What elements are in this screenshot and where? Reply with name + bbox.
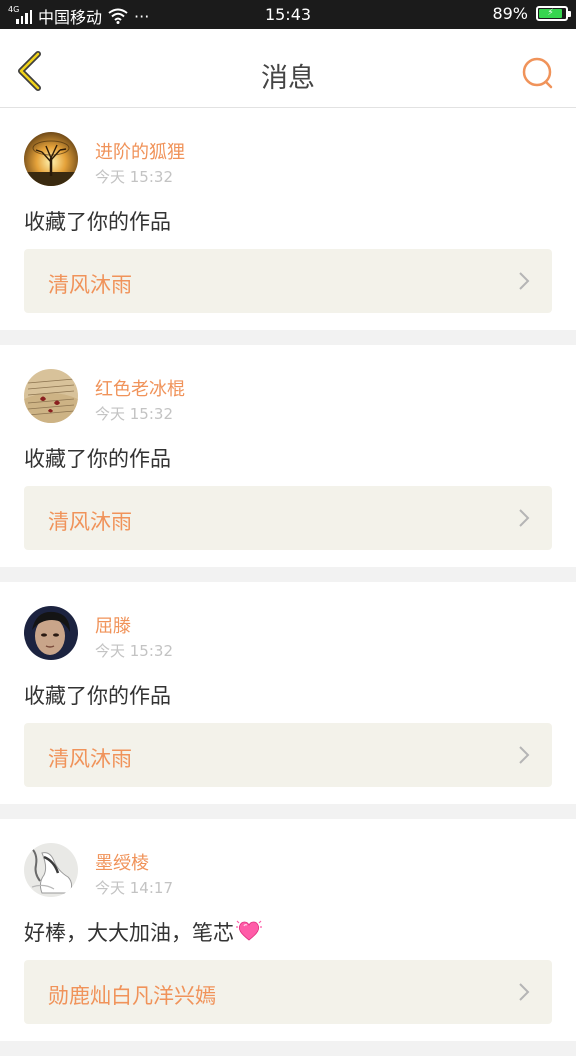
work-link[interactable]: 清风沐雨 (24, 249, 552, 313)
chevron-right-icon (519, 509, 530, 527)
timestamp: 今天 14:17 (95, 879, 173, 897)
message-text: 收藏了你的作品 (24, 206, 171, 236)
username[interactable]: 红色老冰棍 (95, 375, 185, 401)
message-card: 进阶的狐狸 今天 15:32 收藏了你的作品 清风沐雨 (0, 108, 576, 330)
status-bar: 4G 中国移动 ··· 15:43 89% ⚡ (0, 0, 576, 29)
sparkling-heart-icon (236, 920, 262, 941)
ink-figure-avatar[interactable] (24, 843, 78, 897)
tree-sunset-avatar[interactable] (24, 132, 78, 186)
chevron-right-icon (519, 746, 530, 764)
message-body: 收藏了你的作品 (24, 447, 171, 471)
username[interactable]: 进阶的狐狸 (95, 138, 185, 164)
work-title: 清风沐雨 (48, 273, 132, 297)
book-page-avatar[interactable] (24, 369, 78, 423)
chevron-right-icon (519, 983, 530, 1001)
battery-icon: ⚡ (536, 6, 571, 21)
message-body: 收藏了你的作品 (24, 210, 171, 234)
clock: 15:43 (264, 5, 312, 24)
work-title: 清风沐雨 (48, 510, 132, 534)
message-text: 好棒，大大加油，笔芯 (24, 917, 262, 947)
work-link[interactable]: 清风沐雨 (24, 723, 552, 787)
battery-percent: 89% (492, 4, 528, 23)
work-title: 清风沐雨 (48, 747, 132, 771)
username[interactable]: 墨绶棱 (95, 849, 149, 875)
timestamp: 今天 15:32 (95, 405, 173, 423)
portrait-avatar[interactable] (24, 606, 78, 660)
timestamp: 今天 15:32 (95, 168, 173, 186)
search-button[interactable] (520, 55, 556, 91)
message-card: 红色老冰棍 今天 15:32 收藏了你的作品 清风沐雨 (0, 345, 576, 567)
message-card: 屈滕 今天 15:32 收藏了你的作品 清风沐雨 (0, 582, 576, 804)
message-body: 收藏了你的作品 (24, 684, 171, 708)
back-button[interactable] (14, 51, 46, 91)
timestamp: 今天 15:32 (95, 642, 173, 660)
nav-bar: 消息 (0, 29, 576, 108)
username[interactable]: 屈滕 (95, 612, 131, 638)
message-body: 好棒，大大加油，笔芯 (24, 921, 234, 945)
work-link[interactable]: 勋鹿灿白凡洋兴嫣 (24, 960, 552, 1024)
message-list: 进阶的狐狸 今天 15:32 收藏了你的作品 清风沐雨 红色老冰棍 今天 15:… (0, 108, 576, 1056)
status-right: 89% ⚡ (492, 4, 571, 23)
search-icon (522, 57, 553, 89)
work-link[interactable]: 清风沐雨 (24, 486, 552, 550)
message-text: 收藏了你的作品 (24, 443, 171, 473)
chevron-right-icon (519, 272, 530, 290)
message-text: 收藏了你的作品 (24, 680, 171, 710)
message-card: 墨绶棱 今天 14:17 好棒，大大加油，笔芯 勋鹿灿白凡洋兴嫣 (0, 819, 576, 1041)
work-title: 勋鹿灿白凡洋兴嫣 (48, 984, 216, 1008)
chevron-left-icon (18, 51, 41, 91)
page-title: 消息 (261, 63, 315, 94)
